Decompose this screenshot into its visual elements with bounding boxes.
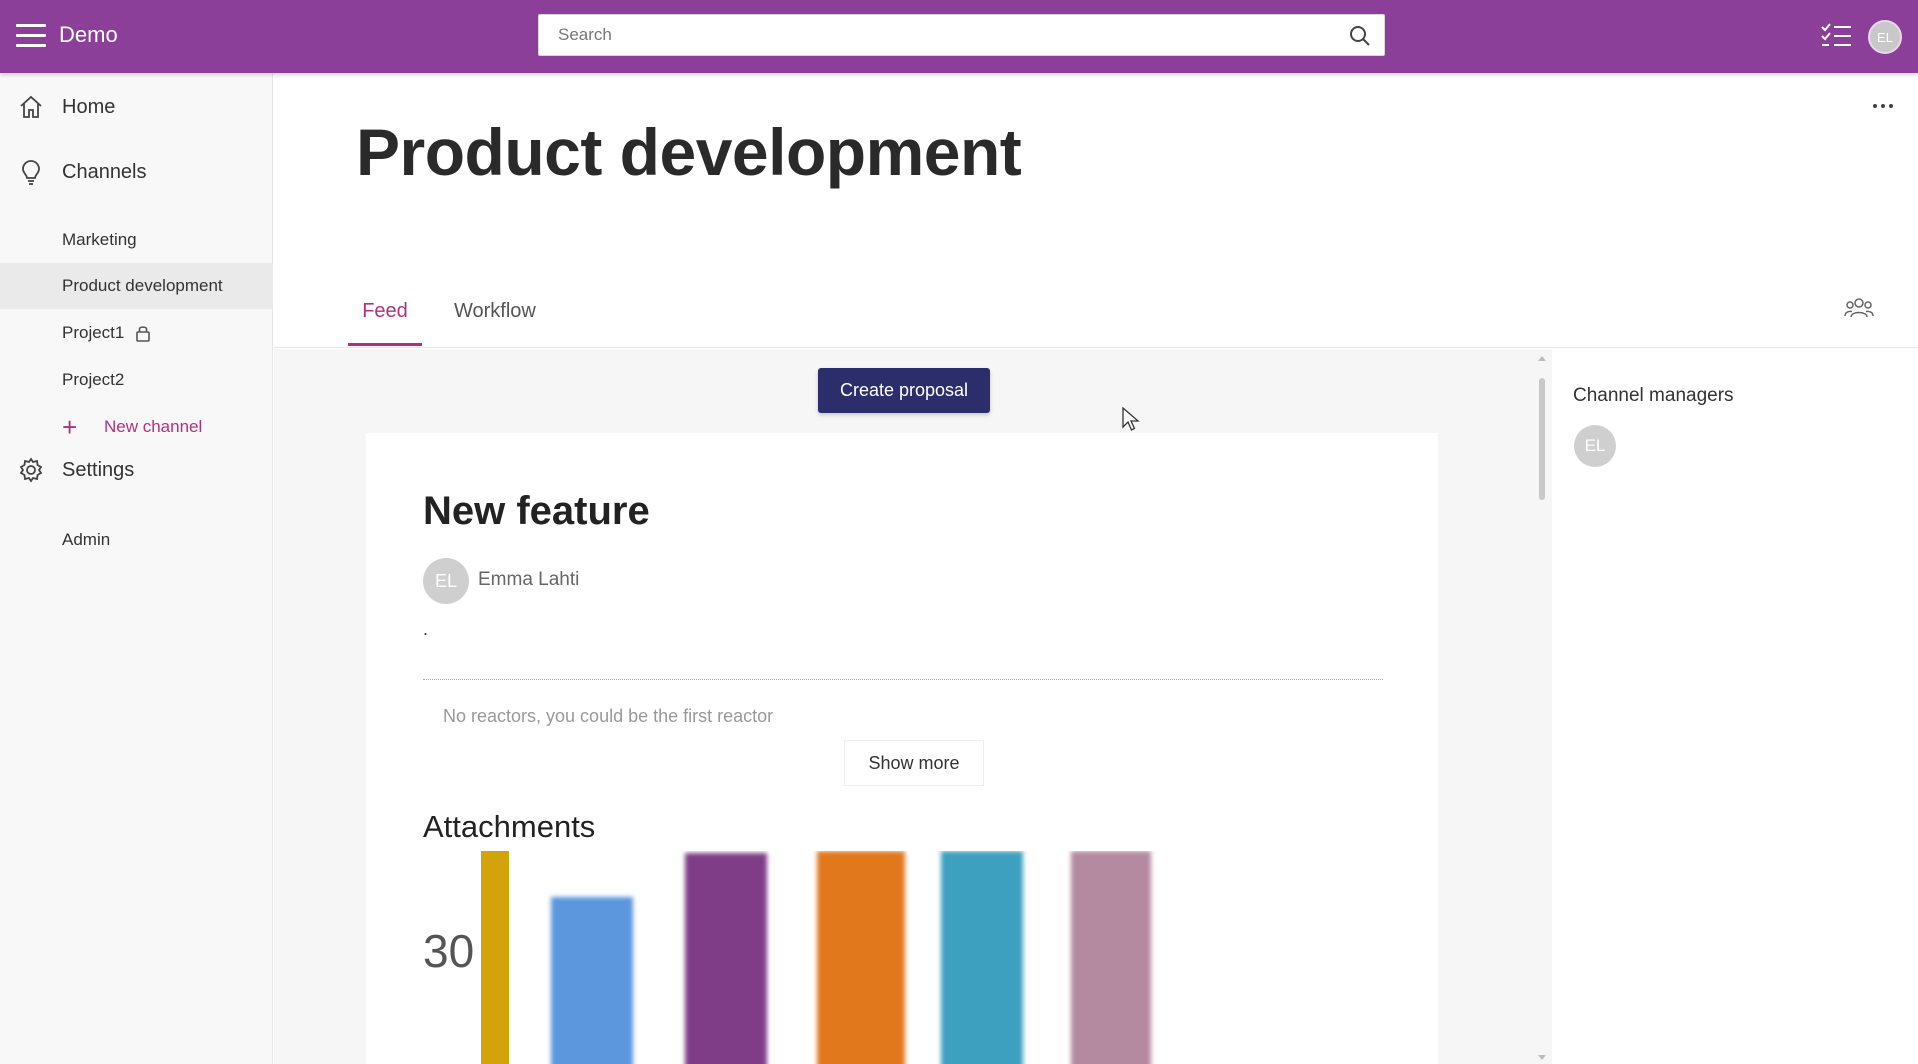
sidebar-item-label: Admin xyxy=(62,530,111,549)
sidebar-item-project2[interactable]: Project2 xyxy=(0,357,273,403)
more-options-icon[interactable] xyxy=(1868,96,1898,116)
chart-tick-label: 30 xyxy=(423,925,474,977)
manager-avatar[interactable]: EL xyxy=(1574,425,1616,467)
feed-scrollbar[interactable] xyxy=(1536,352,1548,1064)
members-icon[interactable] xyxy=(1844,296,1874,320)
chart-bar xyxy=(551,897,633,1064)
attachments-title: Attachments xyxy=(423,809,596,844)
sidebar-item-label: Home xyxy=(62,95,116,118)
plus-icon: + xyxy=(62,412,78,442)
post-card: New feature EL Emma Lahti . No reactors,… xyxy=(366,433,1438,1064)
chart-bar xyxy=(481,851,509,1064)
reactors-text: No reactors, you could be the first reac… xyxy=(443,706,774,726)
tab-feed[interactable]: Feed xyxy=(348,300,422,346)
gear-icon xyxy=(19,457,43,483)
search-input[interactable] xyxy=(539,15,1384,55)
scroll-down-icon[interactable] xyxy=(1538,1055,1546,1060)
mouse-cursor-icon xyxy=(1122,407,1140,431)
app-title[interactable]: Demo xyxy=(59,22,118,48)
page-title: Product development xyxy=(356,115,1022,189)
tasks-list-icon[interactable] xyxy=(1820,22,1852,50)
sidebar-item-label: Project1 xyxy=(62,323,125,342)
top-bar: Demo EL xyxy=(0,0,1918,73)
post-title[interactable]: New feature xyxy=(423,489,650,534)
home-icon xyxy=(20,95,42,118)
sidebar-item-project1[interactable]: Project1 xyxy=(0,310,273,356)
right-panel: Channel managers EL xyxy=(1552,349,1918,1064)
user-avatar[interactable]: EL xyxy=(1868,20,1902,54)
search-box xyxy=(538,14,1385,56)
feed-area: Create proposal New feature EL Emma Laht… xyxy=(274,349,1552,1064)
sidebar-item-channels[interactable]: Channels xyxy=(0,151,273,193)
chart-bar xyxy=(817,851,905,1064)
scroll-thumb[interactable] xyxy=(1539,378,1545,500)
sidebar-item-product-development[interactable]: Product development xyxy=(0,263,273,309)
sidebar: Home Channels Marketing Product developm… xyxy=(0,73,273,1064)
new-channel-button[interactable]: + New channel xyxy=(0,404,273,450)
chart-bar xyxy=(1071,851,1151,1064)
sidebar-item-admin[interactable]: Admin xyxy=(0,517,273,563)
sidebar-item-home[interactable]: Home xyxy=(0,86,273,128)
divider xyxy=(423,679,1383,680)
chart-bar xyxy=(941,851,1023,1064)
sidebar-item-label: Product development xyxy=(62,276,223,295)
search-icon[interactable] xyxy=(1348,24,1372,48)
author-avatar[interactable]: EL xyxy=(423,558,469,604)
scroll-up-icon[interactable] xyxy=(1538,356,1546,361)
tab-workflow[interactable]: Workflow xyxy=(454,300,536,343)
new-channel-label: New channel xyxy=(104,417,203,436)
channel-managers-title: Channel managers xyxy=(1573,385,1734,406)
sidebar-item-settings[interactable]: Settings xyxy=(0,449,273,491)
post-body: . xyxy=(423,619,429,639)
sidebar-item-label: Channels xyxy=(62,160,147,183)
sidebar-item-label: Settings xyxy=(62,458,135,481)
attachment-chart-image[interactable]: 30 xyxy=(423,851,1353,1064)
hamburger-menu-icon[interactable] xyxy=(16,24,46,50)
create-proposal-button[interactable]: Create proposal xyxy=(818,368,990,413)
sidebar-item-marketing[interactable]: Marketing xyxy=(0,217,273,263)
sidebar-item-label: Project2 xyxy=(62,370,125,389)
chart-svg: 30 xyxy=(423,851,1151,1064)
lightbulb-icon xyxy=(22,160,40,185)
channel-tabs: Feed Workflow xyxy=(274,288,1918,348)
chart-bar xyxy=(685,853,767,1064)
sidebar-item-label: Marketing xyxy=(62,230,137,249)
show-more-button[interactable]: Show more xyxy=(844,740,984,786)
author-name[interactable]: Emma Lahti xyxy=(478,569,579,591)
lock-icon xyxy=(136,326,150,342)
